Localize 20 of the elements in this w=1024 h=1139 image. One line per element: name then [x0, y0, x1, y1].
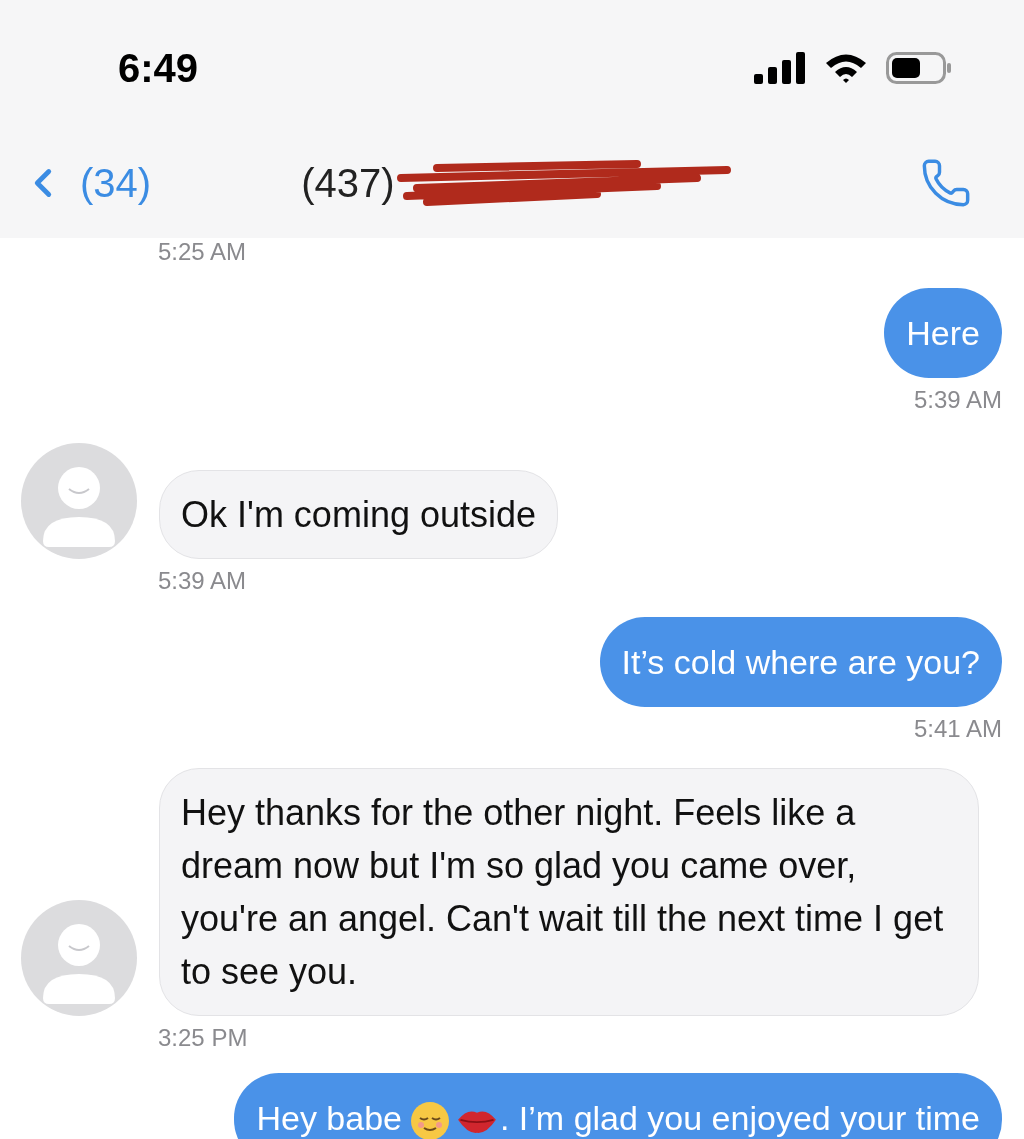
battery-icon — [886, 52, 952, 84]
received-message-bubble: Ok I'm coming outside — [159, 470, 558, 559]
message-time: 5:41 AM — [913, 715, 1002, 743]
phone-icon[interactable] — [920, 157, 972, 209]
received-message-bubble: Hey thanks for the other night. Feels like a dream now but I'm so glad you came over, you're an angel. Can't wait till the next time I get to see you. — [159, 768, 979, 1016]
status-time: 6:49 — [118, 45, 199, 92]
message-time: 5:39 AM — [158, 567, 247, 595]
wifi-icon — [824, 52, 868, 84]
avatar-icon — [21, 900, 137, 1016]
contact-title[interactable]: (437) — [301, 153, 395, 213]
avatar-icon — [21, 443, 137, 559]
sent-message-bubble: Here — [884, 288, 1002, 378]
signal-icon — [754, 52, 806, 84]
sent-message-bubble: Hey babe . I’m glad you enjoyed your time — [234, 1073, 1002, 1139]
relieved-face-icon — [409, 1101, 450, 1139]
message-time: 3:25 PM — [158, 1024, 248, 1052]
sent-message-bubble: It’s cold where are you? — [599, 617, 1002, 707]
message-time: 5:25 AM — [158, 238, 247, 266]
lips-icon — [457, 1108, 496, 1134]
message-time: 5:39 AM — [913, 386, 1002, 414]
